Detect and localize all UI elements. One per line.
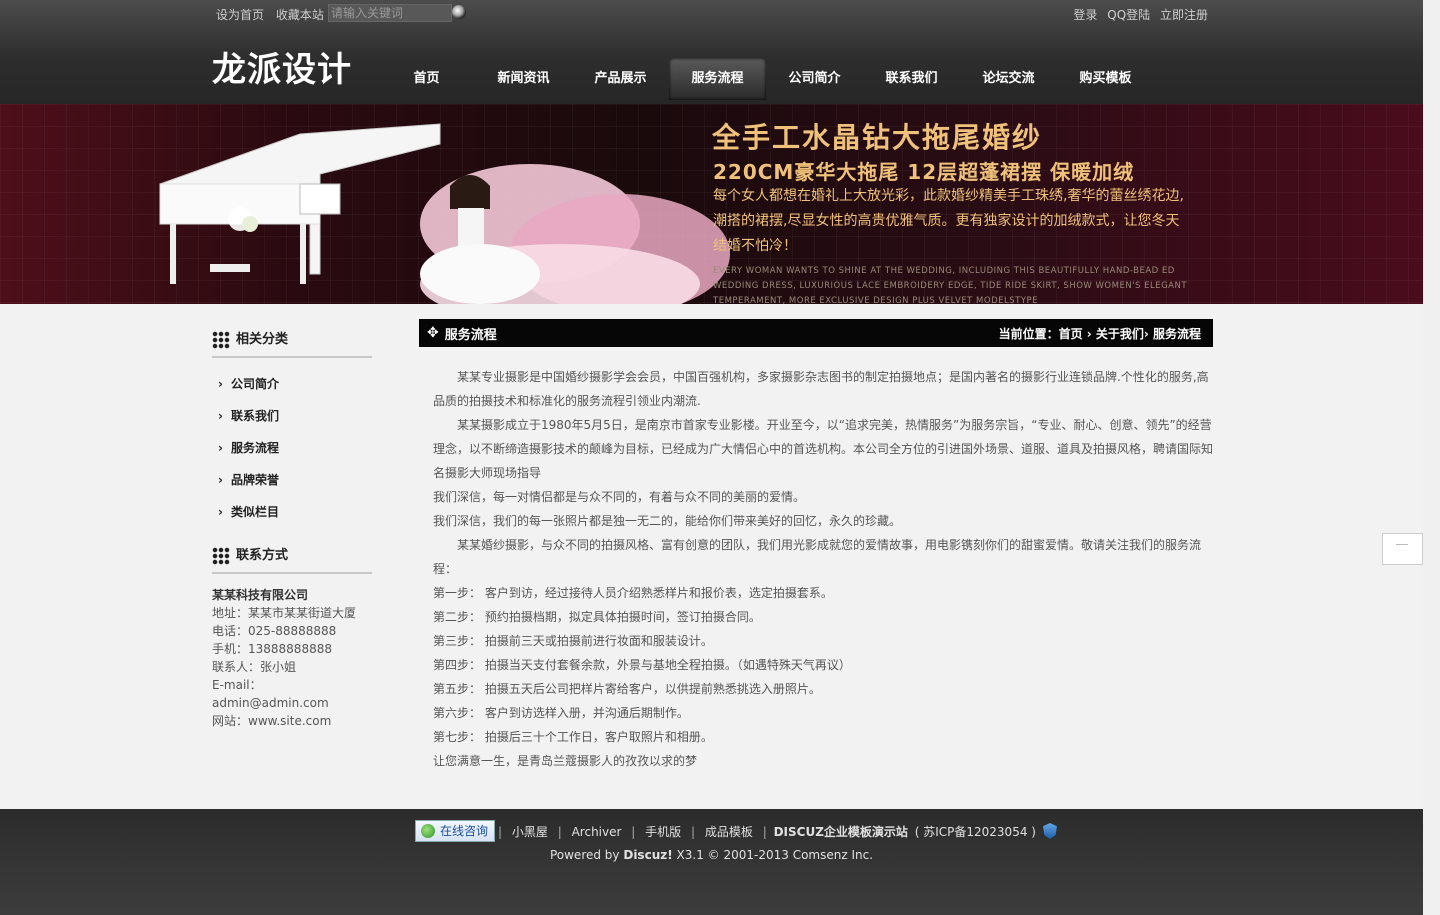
main-area: 相关分类 公司简介 联系我们 服务流程 品牌荣誉 类似栏目 联系方式 某某科技有… <box>0 304 1423 809</box>
footer-link-blacklist[interactable]: 小黑屋 <box>512 825 548 839</box>
banner[interactable]: 全手工水晶钻大拖尾婚纱 220CM豪华大拖尾 12层超蓬裙摆 保暖加绒 每个女人… <box>0 104 1423 304</box>
category-list: 公司简介 联系我们 服务流程 品牌荣誉 类似栏目 <box>212 368 372 528</box>
nav-item-buy[interactable]: 购买模板 <box>1057 58 1154 100</box>
category-heading: 相关分类 <box>212 324 372 358</box>
category-item-honor[interactable]: 品牌荣誉 <box>212 464 372 496</box>
powered-by: Powered by Discuz! X3.1 © 2001-2013 Coms… <box>549 848 874 862</box>
footer-link-mobile[interactable]: 手机版 <box>645 825 681 839</box>
step-item: 第七步： 拍摄后三十个工作日，客户取照片和相册。 <box>433 730 713 744</box>
content-panel: ✥ 服务流程 当前位置：首页 › 关于我们› 服务流程 某某专业摄影是中国婚纱摄… <box>419 319 1213 773</box>
nav-item-news[interactable]: 新闻资讯 <box>475 58 572 100</box>
topbar: 设为首页 收藏本站 请输入关键词 登录 QQ登陆 立即注册 <box>0 0 1423 28</box>
search-icon[interactable] <box>452 5 466 19</box>
site-logo[interactable]: 龙派设计 <box>212 42 352 91</box>
grid-dots-icon <box>212 547 230 565</box>
company-name: 某某科技有限公司 <box>212 588 309 602</box>
piano-image <box>159 123 441 284</box>
breadcrumb[interactable]: 当前位置：首页 › 关于我们› 服务流程 <box>999 325 1201 342</box>
step-item: 第三步： 拍摄前三天或拍摄前进行妆面和服装设计。 <box>433 634 713 648</box>
nav-item-forum[interactable]: 论坛交流 <box>960 58 1057 100</box>
login-link[interactable]: 登录 <box>1073 8 1097 22</box>
footer-icp[interactable]: ( 苏ICP备12023054 ) <box>915 825 1036 839</box>
footer: 在线咨询 | 小黑屋 | Archiver | 手机版 | 成品模板 | DIS… <box>0 809 1423 915</box>
paragraph: 某某专业摄影是中国婚纱摄影学会会员，中国百强机构，多家摄影杂志图书的制定拍摄地点… <box>433 370 1209 408</box>
contact-email: E-mail：admin@admin.com <box>212 678 329 710</box>
qq-login-link[interactable]: QQ登陆 <box>1107 8 1150 22</box>
topbar-right: 登录 QQ登陆 立即注册 <box>1067 6 1208 23</box>
paragraph: 我们深信，我们的每一张照片都是独一无二的，能给你们带来美好的回忆，永久的珍藏。 <box>433 514 902 528</box>
lily-bride-image <box>420 164 730 304</box>
nav-item-contact[interactable]: 联系我们 <box>863 58 960 100</box>
paragraph: 某某摄影成立于1980年5月5日，是南京市首家专业影楼。开业至今，以“追求完美，… <box>433 418 1214 480</box>
topbar-left: 设为首页 收藏本站 <box>216 6 332 23</box>
nav-item-home[interactable]: 首页 <box>378 58 475 100</box>
step-item: 第五步： 拍摄五天后公司把样片寄给客户，以供提前熟悉挑选入册照片。 <box>433 682 821 696</box>
content-header: ✥ 服务流程 当前位置：首页 › 关于我们› 服务流程 <box>419 319 1213 347</box>
contact-phone: 电话：025-88888888 <box>212 624 337 638</box>
contact-info: 某某科技有限公司 地址：某某市某某街道大厦 电话：025-88888888 手机… <box>212 586 372 730</box>
category-item-service[interactable]: 服务流程 <box>212 432 372 464</box>
banner-subtitle: 220CM豪华大拖尾 12层超蓬裙摆 保暖加绒 <box>713 160 1135 184</box>
contact-site: 网站：www.site.com <box>212 714 332 728</box>
content-title-text: 服务流程 <box>444 327 497 343</box>
cross-arrows-icon: ✥ <box>427 325 439 341</box>
contact-address: 地址：某某市某某街道大厦 <box>212 606 357 620</box>
footer-links-row: 在线咨询 | 小黑屋 | Archiver | 手机版 | 成品模板 | DIS… <box>415 820 1057 842</box>
paragraph: 某某婚纱摄影，与众不同的拍摄风格、富有创意的团队，我们用光影成就您的爱情故事，用… <box>433 538 1202 576</box>
category-item-similar[interactable]: 类似栏目 <box>212 496 372 528</box>
category-title: 相关分类 <box>236 332 289 347</box>
register-link[interactable]: 立即注册 <box>1160 8 1208 22</box>
step-item: 第一步： 客户到访，经过接待人员介绍熟悉样片和报价表，选定拍摄套系。 <box>433 586 833 600</box>
contact-heading: 联系方式 <box>212 540 372 574</box>
banner-english-text: EVERY WOMAN WANTS TO SHINE AT THE WEDDIN… <box>713 266 1188 304</box>
content-title: ✥ 服务流程 <box>427 324 497 343</box>
paragraph: 让您满意一生，是青岛兰蔻摄影人的孜孜以求的梦 <box>433 754 698 768</box>
category-item-about[interactable]: 公司简介 <box>212 368 372 400</box>
sidebar: 相关分类 公司简介 联系我们 服务流程 品牌荣誉 类似栏目 联系方式 某某科技有… <box>212 324 372 730</box>
nav-item-about[interactable]: 公司简介 <box>766 58 863 100</box>
content-body: 某某专业摄影是中国婚纱摄影学会会员，中国百强机构，多家摄影杂志图书的制定拍摄地点… <box>419 347 1213 773</box>
main-nav: 首页 新闻资讯 产品展示 服务流程 公司简介 联系我们 论坛交流 购买模板 <box>378 58 1154 100</box>
banner-title: 全手工水晶钻大拖尾婚纱 <box>712 121 1043 154</box>
discuz-link[interactable]: Discuz! <box>623 848 672 862</box>
step-item: 第二步： 预约拍摄档期，拟定具体拍摄时间，签订拍摄合同。 <box>433 610 761 624</box>
contact-title: 联系方式 <box>236 548 289 563</box>
category-item-contact[interactable]: 联系我们 <box>212 400 372 432</box>
footer-links: | 小黑屋 | Archiver | 手机版 | 成品模板 | DISCUZ企业… <box>498 824 1036 839</box>
back-to-top-button[interactable] <box>1382 533 1423 565</box>
contact-person: 联系人：张小姐 <box>212 660 297 674</box>
contact-mobile: 手机：13888888888 <box>212 642 332 656</box>
footer-link-archiver[interactable]: Archiver <box>572 825 622 839</box>
banner-description: 每个女人都想在婚礼上大放光彩，此款婚纱精美手工珠绣,奢华的蕾丝绣花边,潮搭的裙摆… <box>713 188 1184 254</box>
online-consult-button[interactable]: 在线咨询 <box>415 820 495 842</box>
shield-icon[interactable] <box>1042 823 1057 839</box>
footer-site-name[interactable]: DISCUZ企业模板演示站 <box>774 825 908 839</box>
step-item: 第六步： 客户到访选样入册，并沟通后期制作。 <box>433 706 689 720</box>
footer-link-templates[interactable]: 成品模板 <box>705 825 753 839</box>
scrollbar[interactable] <box>1423 0 1440 915</box>
header: 设为首页 收藏本站 请输入关键词 登录 QQ登陆 立即注册 龙派设计 首页 新闻… <box>0 0 1423 104</box>
search-input[interactable]: 请输入关键词 <box>328 4 452 22</box>
nav-item-products[interactable]: 产品展示 <box>572 58 669 100</box>
paragraph: 我们深信，每一对情侣都是与众不同的，有着与众不同的美丽的爱情。 <box>433 490 806 504</box>
nav-item-service[interactable]: 服务流程 <box>669 58 766 100</box>
step-item: 第四步： 拍摄当天支付套餐余款，外景与基地全程拍摄。（如遇特殊天气再议） <box>433 658 851 672</box>
grid-dots-icon <box>212 331 230 349</box>
set-home-link[interactable]: 设为首页 <box>216 8 264 22</box>
bookmark-link[interactable]: 收藏本站 <box>276 8 324 22</box>
